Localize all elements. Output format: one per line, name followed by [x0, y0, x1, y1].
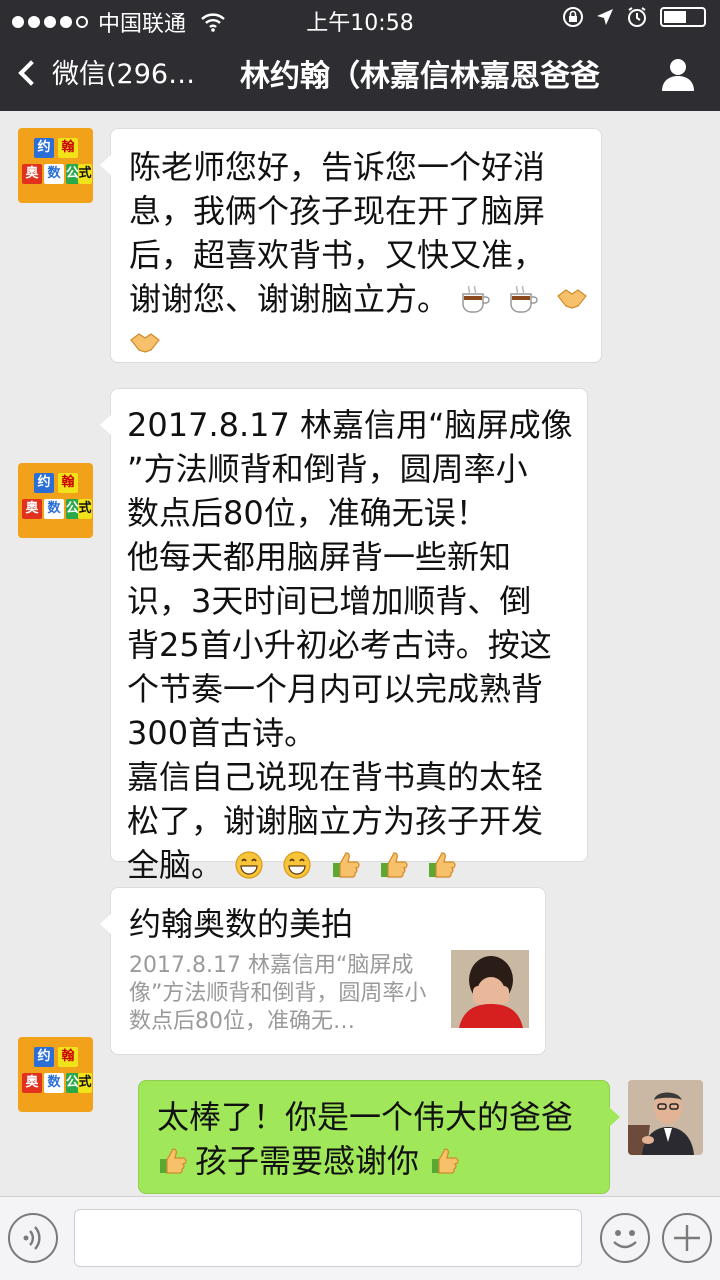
- message-input[interactable]: [74, 1209, 582, 1267]
- avatar[interactable]: 约 翰 奥 数 公 式: [18, 1037, 93, 1112]
- avatar[interactable]: 约 翰 奥 数 公 式: [18, 463, 93, 538]
- coffee-icon: [462, 285, 490, 313]
- thumbs-up-icon: [380, 852, 408, 878]
- message-line: 全脑。: [127, 843, 571, 887]
- logo-tile: 数: [44, 164, 64, 184]
- message-line: 他每天都用脑屏背一些新知: [127, 538, 512, 576]
- logo-tile: 约: [34, 473, 54, 493]
- logo-tile: 式: [78, 1073, 92, 1093]
- smiley-icon: [613, 1230, 637, 1249]
- message-line: 数点后80位，准确无误！: [127, 494, 488, 532]
- back-label: 微信(296…: [52, 59, 196, 90]
- message-line: 陈老师您好，告诉您一个好消: [129, 148, 546, 186]
- logo-tile: 数: [44, 1073, 64, 1093]
- location-icon: [597, 9, 613, 25]
- person-icon[interactable]: [660, 56, 696, 92]
- plus-icon: [674, 1225, 700, 1251]
- message-bubble-sent[interactable]: 太棒了！你是一个伟大的爸爸 孩子需要感谢你: [138, 1080, 620, 1194]
- message-text: 孩子需要感谢你: [195, 1142, 420, 1180]
- message-text: 全脑。: [127, 846, 224, 884]
- thumbs-up-icon: [428, 852, 456, 878]
- message-line: 孩子需要感谢你: [157, 1139, 591, 1183]
- back-button[interactable]: 微信(296…: [18, 52, 196, 91]
- message-line: 识，3天时间已增加顺背、倒: [127, 582, 532, 620]
- message-line: 嘉信自己说现在背书真的太轻: [127, 758, 544, 796]
- avatar[interactable]: [628, 1080, 703, 1155]
- logo-tile: 约: [34, 138, 54, 158]
- message-line: 300首古诗。: [127, 714, 317, 752]
- message-bubble[interactable]: 陈老师您好，告诉您一个好消 息，我俩个孩子现在开了脑屏 后，超喜欢背书，又快又准…: [100, 128, 602, 365]
- logo-tile: 约: [34, 1047, 54, 1067]
- link-title: 约翰奥数的美拍: [129, 905, 354, 943]
- voice-button[interactable]: [8, 1213, 58, 1263]
- logo-tile: 奥: [22, 164, 42, 184]
- grin-icon: [283, 851, 311, 879]
- alarm-icon: [628, 7, 646, 27]
- message-line: 太棒了！你是一个伟大的爸爸: [157, 1098, 574, 1136]
- chat-title: 林约翰（林嘉信林嘉恩爸爸: [240, 59, 600, 94]
- thumbs-up-icon: [160, 1148, 187, 1174]
- message-bubble[interactable]: 2017.8.17 林嘉信用“脑屏成像 ”方法顺背和倒背，圆周率小 数点后80位…: [100, 388, 588, 884]
- thumbs-up-icon: [332, 852, 360, 878]
- nav-bar: 微信(296… 林约翰（林嘉信林嘉恩爸爸: [0, 36, 720, 111]
- thumbs-up-icon: [432, 1148, 459, 1174]
- message-line: 2017.8.17 林嘉信用“脑屏成像: [127, 406, 573, 444]
- rotation-lock-icon: [563, 7, 583, 27]
- logo-tile: 翰: [58, 473, 78, 493]
- handshake-icon: [556, 289, 587, 309]
- logo-tile: 数: [44, 499, 64, 519]
- message-list[interactable]: 约 翰 奥 数 公 式 陈老师您好，告诉您一个好消 息，我俩个孩子现在开了脑屏 …: [0, 111, 720, 1196]
- message-line: 背25首小升初必考古诗。按这: [127, 626, 552, 664]
- message-line: [129, 321, 583, 365]
- status-bar: 中国联通 上午10:58: [0, 0, 720, 37]
- message-line: 后，超喜欢背书，又快又准，: [129, 236, 546, 274]
- coffee-icon: [510, 285, 539, 313]
- message-text: 谢谢您、谢谢脑立方。: [129, 280, 450, 318]
- grin-icon: [235, 851, 263, 879]
- logo-tile: 式: [78, 499, 92, 519]
- logo-tile: 式: [78, 164, 92, 184]
- handshake-icon: [130, 333, 160, 353]
- chevron-left-icon: [18, 59, 44, 86]
- logo-tile: 翰: [58, 138, 78, 158]
- link-card[interactable]: 约翰奥数的美拍 2017.8.17 林嘉信用“脑屏成像”方法顺背和倒背，圆周率小…: [100, 887, 546, 1055]
- input-bar: [0, 1196, 720, 1280]
- battery-icon: [660, 7, 706, 27]
- emoji-button[interactable]: [600, 1213, 650, 1263]
- link-description: 2017.8.17 林嘉信用“脑屏成像”方法顺背和倒背，圆周率小数点后80位，准…: [129, 953, 427, 1034]
- message-line: 个节奏一个月内可以完成熟背: [127, 670, 544, 708]
- message-line: ”方法顺背和倒背，圆周率小: [127, 450, 528, 488]
- add-button[interactable]: [662, 1213, 712, 1263]
- link-thumbnail: [451, 950, 529, 1028]
- message-line: 谢谢您、谢谢脑立方。: [129, 277, 587, 321]
- message-line: 松了，谢谢脑立方为孩子开发: [127, 802, 544, 840]
- message-line: 息，我俩个孩子现在开了脑屏: [129, 192, 546, 230]
- voice-icon: [23, 1226, 41, 1250]
- logo-tile: 奥: [22, 499, 42, 519]
- logo-tile: 翰: [58, 1047, 78, 1067]
- logo-tile: 奥: [22, 1073, 42, 1093]
- avatar[interactable]: 约 翰 奥 数 公 式: [18, 128, 93, 203]
